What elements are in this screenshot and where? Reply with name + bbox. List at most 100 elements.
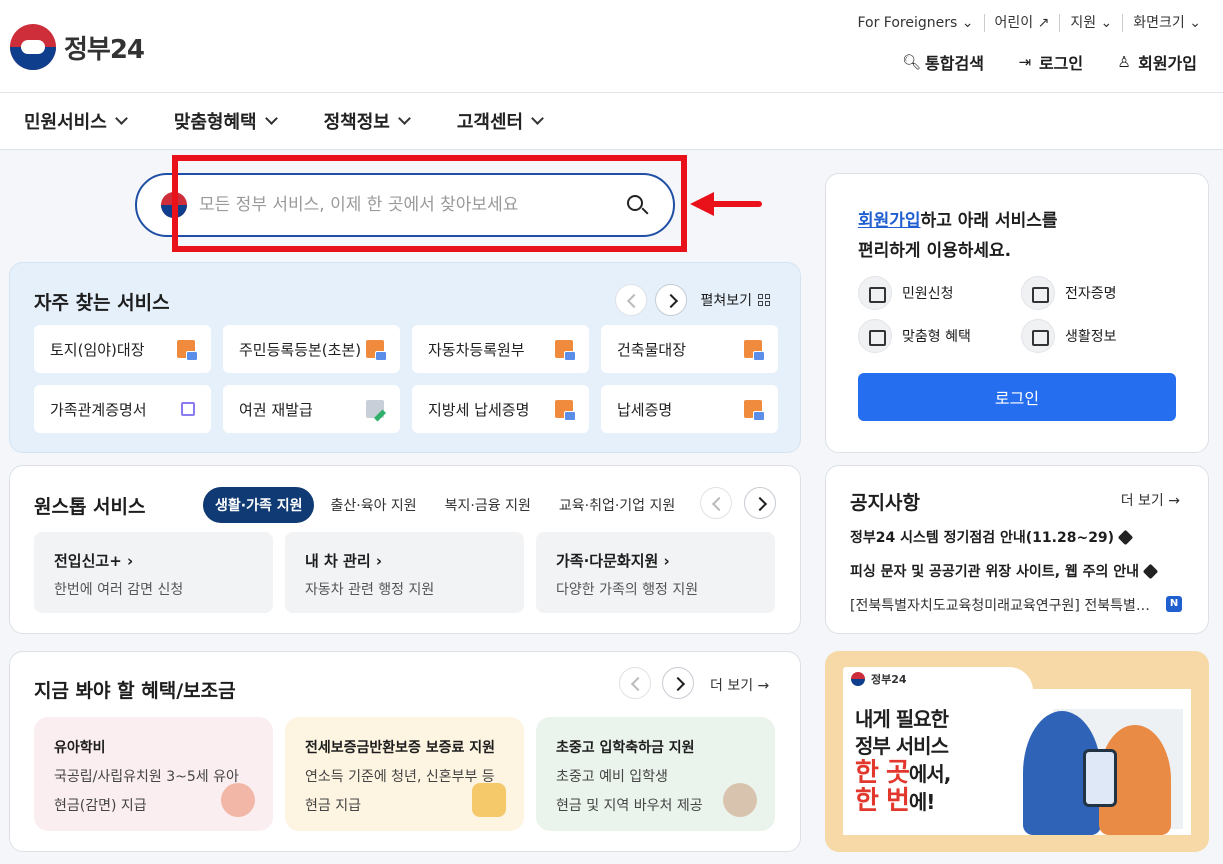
- next-button[interactable]: [744, 487, 776, 519]
- gnb-item-custom-benefits[interactable]: 맞춤형혜택: [174, 108, 278, 134]
- search-icon: 🔍︎: [902, 53, 922, 71]
- document-icon: [177, 340, 198, 361]
- mail-icon: [858, 276, 892, 310]
- edit-icon: [366, 400, 384, 418]
- signup-link[interactable]: 회원가입: [858, 211, 921, 231]
- tab-welfare-finance[interactable]: 복지·금융 지원: [433, 487, 543, 523]
- pin-icon: [1142, 563, 1159, 579]
- document-icon: [744, 340, 765, 361]
- tab-birth-childcare[interactable]: 출산·육아 지원: [318, 487, 428, 523]
- onestop-card[interactable]: 전입신고+ › 한번에 여러 감면 신청: [34, 532, 273, 613]
- util-link-support[interactable]: 지원 ⌄: [1059, 14, 1122, 32]
- prev-button[interactable]: [700, 487, 732, 519]
- service-tile[interactable]: 건축물대장: [601, 325, 778, 373]
- notice-item[interactable]: 정부24 시스템 정기점검 안내(11.28~29): [850, 527, 1134, 547]
- percent-tag-icon: [472, 783, 506, 817]
- main-navigation: 민원서비스 맞춤형혜택 정책정보 고객센터: [0, 93, 1223, 150]
- frequent-services-panel: 자주 찾는 서비스 펼쳐보기 토지(임야)대장 주민등록등본(초본) 자동차등록…: [9, 262, 801, 453]
- benefit-card[interactable]: 초중고 입학축하금 지원 초중고 예비 입학생 현금 및 지역 바우처 제공: [536, 717, 775, 831]
- section-title: 원스톱 서비스: [34, 496, 146, 518]
- chevron-down-icon: [531, 112, 544, 125]
- notice-item[interactable]: [전북특별자치도교육청미래교육연구원] 전북특별…: [850, 595, 1150, 615]
- gift-icon: [858, 319, 892, 353]
- service-custom-benefits[interactable]: 맞춤형 혜택: [858, 319, 971, 353]
- grid-icon: [758, 294, 770, 306]
- header-actions: 🔍︎ 통합검색 ⇥ 로그인 ♙ 회원가입: [902, 50, 1197, 74]
- expand-button[interactable]: 펼쳐보기: [700, 290, 770, 310]
- login-link[interactable]: ⇥ 로그인: [1016, 50, 1083, 74]
- tab-education-employment[interactable]: 교육·취업·기업 지원: [547, 487, 687, 523]
- user-plus-icon: ♙: [1117, 53, 1131, 71]
- site-header: 정부24 For Foreigners ⌄ 어린이 ↗ 지원 ⌄ 화면크기 ⌄ …: [0, 0, 1223, 93]
- util-link-font-size[interactable]: 화면크기 ⌄: [1122, 14, 1211, 32]
- frequent-services-grid: 토지(임야)대장 주민등록등본(초본) 자동차등록원부 건축물대장 가족관계증명…: [34, 325, 778, 433]
- section-title: 지금 봐야 할 혜택/보조금: [34, 680, 236, 702]
- annotation-arrow-icon: [690, 192, 762, 216]
- service-civil-application[interactable]: 민원신청: [858, 276, 954, 310]
- login-button[interactable]: 로그인: [858, 373, 1176, 421]
- service-e-certificate[interactable]: 전자증명: [1021, 276, 1117, 310]
- service-tile[interactable]: 가족관계증명서: [34, 385, 211, 433]
- service-tile[interactable]: 지방세 납세증명: [412, 385, 589, 433]
- login-message: 회원가입하고 아래 서비스를 편리하게 이용하세요.: [858, 211, 1058, 261]
- logo[interactable]: 정부24: [10, 24, 145, 70]
- next-button[interactable]: [662, 667, 694, 699]
- service-tile[interactable]: 여권 재발급: [223, 385, 400, 433]
- service-tile[interactable]: 자동차등록원부: [412, 325, 589, 373]
- service-life-info[interactable]: 생활정보: [1021, 319, 1117, 353]
- notice-item[interactable]: 피싱 문자 및 공공기관 위장 사이트, 웹 주의 안내: [850, 561, 1159, 581]
- pin-icon: [1117, 529, 1134, 545]
- banner-headline: 내게 필요한 정부 서비스 한 곳에서, 한 번에!: [855, 707, 951, 816]
- logo-text: 정부24: [64, 34, 145, 65]
- benefits-panel: 지금 봐야 할 혜택/보조금 더 보기 → 유아학비 국공립/사립유치원 3~5…: [9, 651, 801, 852]
- util-link-foreigners[interactable]: For Foreigners ⌄: [847, 14, 983, 32]
- tab-life-family[interactable]: 생활·가족 지원: [203, 487, 315, 523]
- benefit-card[interactable]: 전세보증금반환보증 보증료 지원 연소득 기준에 청년, 신혼부부 등 현금 지…: [285, 717, 524, 831]
- banner-logo: 정부24: [843, 667, 1033, 691]
- login-panel: 회원가입하고 아래 서비스를 편리하게 이용하세요. 민원신청 전자증명 맞춤형…: [825, 173, 1209, 453]
- signup-link[interactable]: ♙ 회원가입: [1115, 50, 1197, 74]
- gnb-item-customer-center[interactable]: 고객센터: [457, 108, 544, 134]
- chevron-down-icon: [264, 112, 278, 125]
- document-icon: [555, 400, 576, 421]
- more-link[interactable]: 더 보기 →: [710, 675, 769, 695]
- chevron-right-icon: ›: [375, 552, 383, 570]
- bookmark-icon: [1021, 319, 1055, 353]
- utility-links: For Foreigners ⌄ 어린이 ↗ 지원 ⌄ 화면크기 ⌄: [847, 14, 1211, 32]
- chevron-right-icon: ›: [127, 552, 134, 570]
- promo-banner[interactable]: 정부24 내게 필요한 정부 서비스 한 곳에서, 한 번에!: [825, 651, 1209, 852]
- login-icon: ⇥: [1018, 53, 1032, 71]
- phone-illustration-icon: [1083, 749, 1117, 807]
- document-icon: [744, 400, 765, 421]
- external-link-icon: [181, 402, 195, 416]
- service-tile[interactable]: 주민등록등본(초본): [223, 325, 400, 373]
- section-title: 자주 찾는 서비스: [34, 292, 170, 314]
- search-submit-icon[interactable]: [625, 193, 649, 217]
- chevron-right-icon: ›: [663, 552, 670, 570]
- onestop-card[interactable]: 내 차 관리 › 자동차 관련 행정 지원: [285, 532, 524, 613]
- chevron-down-icon: [398, 112, 411, 125]
- search-input[interactable]: [199, 195, 619, 215]
- gnb-item-policy-info[interactable]: 정책정보: [324, 108, 411, 134]
- benefit-card[interactable]: 유아학비 국공립/사립유치원 3~5세 유아 현금(감면) 지급: [34, 717, 273, 831]
- service-tile[interactable]: 토지(임야)대장: [34, 325, 211, 373]
- section-title: 공지사항: [850, 492, 920, 514]
- notice-panel: 공지사항 더 보기 → 정부24 시스템 정기점검 안내(11.28~29) 피…: [825, 465, 1209, 634]
- prev-button[interactable]: [619, 667, 651, 699]
- taegeuk-logo-icon: [10, 24, 56, 70]
- more-link[interactable]: 더 보기 →: [1121, 490, 1180, 510]
- integrated-search-button[interactable]: 🔍︎ 통합검색: [902, 50, 984, 74]
- util-link-kids[interactable]: 어린이 ↗: [983, 14, 1060, 32]
- onestop-tabs: 생활·가족 지원 출산·육아 지원 복지·금융 지원 교육·취업·기업 지원: [203, 487, 691, 523]
- child-illustration-icon: [221, 783, 255, 817]
- main-search-bar: [135, 173, 675, 237]
- prev-button[interactable]: [615, 284, 647, 316]
- document-icon: [366, 340, 387, 361]
- gnb-item-civil-services[interactable]: 민원서비스: [24, 108, 128, 134]
- next-button[interactable]: [655, 284, 687, 316]
- student-illustration-icon: [723, 783, 757, 817]
- service-tile[interactable]: 납세증명: [601, 385, 778, 433]
- onestop-services-panel: 원스톱 서비스 생활·가족 지원 출산·육아 지원 복지·금융 지원 교육·취업…: [9, 465, 801, 634]
- onestop-card[interactable]: 가족·다문화지원 › 다양한 가족의 행정 지원: [536, 532, 775, 613]
- taegeuk-icon: [161, 192, 187, 218]
